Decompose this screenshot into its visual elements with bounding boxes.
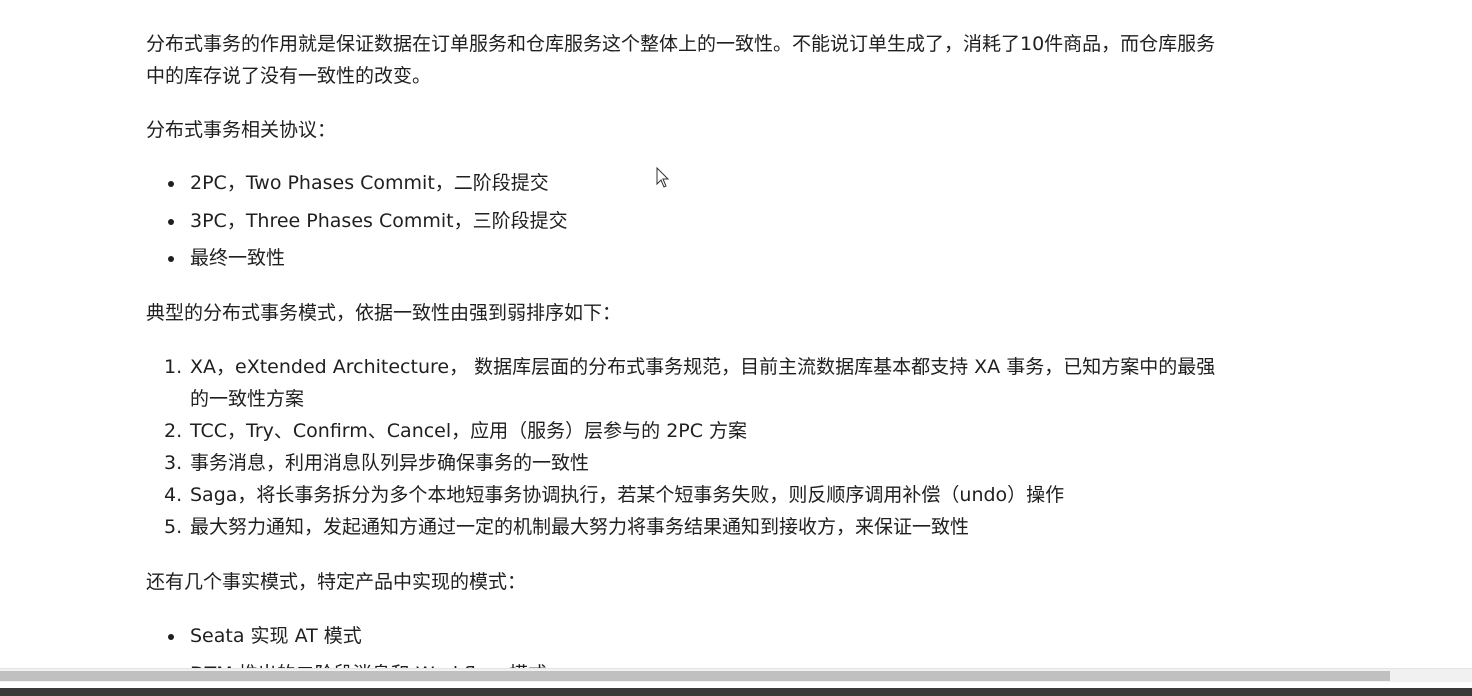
modes-list: 1. XA，eXtended Architecture， 数据库层面的分布式事务规… [146, 351, 1221, 543]
item-text: Saga，将长事务拆分为多个本地短事务协调执行，若某个短事务失败，则反顺序调用补… [190, 484, 1065, 506]
fact-modes-heading: 还有几个事实模式，特定产品中实现的模式： [146, 571, 527, 593]
item-number: 3. [164, 452, 183, 474]
item-text: TCC，Try、Confirm、Cancel，应用（服务）层参与的 2PC 方案 [190, 420, 748, 442]
item-number: 1. [164, 356, 183, 378]
scrollbar-thumb[interactable] [0, 671, 1390, 681]
item-number: 2. [164, 420, 183, 442]
list-item: 2. TCC，Try、Confirm、Cancel，应用（服务）层参与的 2PC … [146, 415, 1221, 447]
list-item: 4. Saga，将长事务拆分为多个本地短事务协调执行，若某个短事务失败，则反顺序调… [146, 479, 1221, 511]
item-text: XA，eXtended Architecture， 数据库层面的分布式事务规范，… [190, 356, 1216, 410]
list-item: 最终一致性 [146, 240, 1221, 278]
item-text: 事务消息，利用消息队列异步确保事务的一致性 [190, 452, 590, 474]
list-item: 2PC，Two Phases Commit，二阶段提交 [146, 165, 1221, 203]
list-item: 1. XA，eXtended Architecture， 数据库层面的分布式事务规… [146, 351, 1221, 415]
list-item: Seata 实现 AT 模式 [146, 618, 1221, 656]
modes-heading: 典型的分布式事务模式，依据一致性由强到弱排序如下： [146, 302, 622, 324]
taskbar [0, 688, 1472, 696]
mouse-cursor-icon [656, 167, 670, 188]
item-number: 5. [164, 516, 183, 538]
horizontal-scrollbar[interactable] [0, 668, 1472, 682]
intro-paragraph: 分布式事务的作用就是保证数据在订单服务和仓库服务这个整体上的一致性。不能说订单生… [146, 33, 1216, 87]
list-item: 3PC，Three Phases Commit，三阶段提交 [146, 203, 1221, 241]
list-item: 3. 事务消息，利用消息队列异步确保事务的一致性 [146, 447, 1221, 479]
item-number: 4. [164, 484, 183, 506]
protocols-list: 2PC，Two Phases Commit，二阶段提交 3PC，Three Ph… [146, 165, 1221, 278]
item-text: 最大努力通知，发起通知方通过一定的机制最大努力将事务结果通知到接收方，来保证一致… [190, 516, 970, 538]
protocols-heading: 分布式事务相关协议： [146, 119, 337, 141]
list-item: 5. 最大努力通知，发起通知方通过一定的机制最大努力将事务结果通知到接收方，来保证… [146, 511, 1221, 543]
